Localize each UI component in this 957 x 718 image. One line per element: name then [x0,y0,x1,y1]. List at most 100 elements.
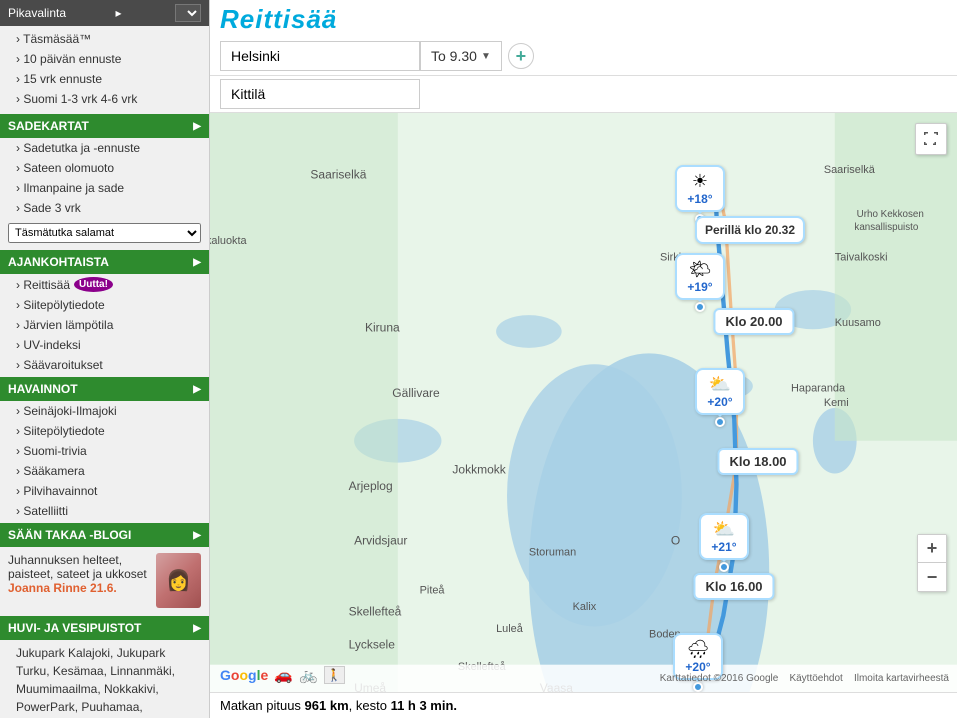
time-dropdown-arrow: ▼ [481,51,491,62]
weather-pin-2: 🌤 +19° [675,253,725,312]
sidebar-item-pilvi[interactable]: › Pilvihavainnot [0,481,209,501]
arrival-pin: Perillä klo 20.32 [695,216,805,244]
map-report-link[interactable]: Ilmoita kartavirheestä [854,673,949,684]
pikavalinta-select[interactable] [175,4,201,22]
sidebar-item-ilmanpaine[interactable]: › Ilmanpaine ja sade [0,178,209,198]
time-selector[interactable]: To 9.30 ▼ [420,41,502,71]
map-bottom-left: Google 🚗 🚲 🚶 [220,666,345,684]
sidebar-item-seinajoki[interactable]: › Seinäjoki-Ilmajoki [0,401,209,421]
section-header-puistot[interactable]: HUVI- JA VESIPUISTOT ▶ [0,616,209,640]
route-from-input[interactable] [220,41,420,71]
sidebar-item-reittisaa[interactable]: › Reittisää Uutta! [0,274,209,295]
map-container[interactable]: Saariselkä Saariselkä Urho Kekkosen kans… [210,113,957,692]
svg-text:Kiruna: Kiruna [365,320,400,334]
weather-bubble-3: ⛅ +20° [695,368,745,415]
weather-icon-3: ⛅ [703,374,737,395]
weather-temp-1: +18° [683,192,717,206]
arrival-label: Perillä klo 20.32 [705,223,795,237]
sidebar-item-siitepoly[interactable]: › Siitepölytiedote [0,295,209,315]
section-header-sadekartat[interactable]: SADEKARTAT ▶ [0,114,209,138]
parks-list: Jukupark Kalajoki, Jukupark Turku, Kesäm… [0,640,209,718]
zoom-out-button[interactable]: − [918,563,946,591]
svg-text:Kemi: Kemi [824,397,849,409]
weather-temp-3: +20° [703,395,737,409]
svg-text:O: O [671,534,680,548]
route-info: Matkan pituus 961 km, kesto 11 h 3 min. [220,698,457,713]
ajankohtaista-items: › Reittisää Uutta! › Siitepölytiedote › … [0,274,209,375]
main-content: Reittisää To 9.30 ▼ + [210,0,957,718]
weather-icon-2: 🌤 [683,259,717,280]
svg-text:Jokkmokk: Jokkmokk [452,463,506,477]
blog-text: Juhannuksen helteet, paisteet, sateet ja… [8,553,150,608]
ajankohtaista-arrow: ▶ [193,257,201,268]
sidebar-item-jarvien[interactable]: › Järvien lämpötila [0,315,209,335]
weather-temp-4: +21° [707,540,741,554]
sidebar-top-bar: Pikavalinta ▸ [0,0,209,26]
weather-pin-4: ⛅ +21° [699,513,749,572]
map-copyright: Karttatiedot ©2016 Google Käyttöehdot Il… [660,673,949,684]
svg-text:Saariselkä: Saariselkä [310,168,366,182]
sidebar-item-15vrk[interactable]: › 15 vrk ennuste [0,69,209,89]
svg-text:Gällivare: Gällivare [392,386,440,400]
sidebar-item-sadetutka[interactable]: › Sadetutka ja -ennuste [0,138,209,158]
section-header-blogi[interactable]: SÄÄN TAKAA -BLOGI ▶ [0,523,209,547]
weather-bubble-2: 🌤 +19° [675,253,725,300]
map-terms-link[interactable]: Käyttöehdot [789,673,842,684]
svg-text:kansallispuisto: kansallispuisto [854,222,918,233]
svg-text:Piteå: Piteå [420,585,446,597]
page-title: Reittisää [220,4,947,35]
tasmasaa-section: › Täsmäsää™ › 10 päivän ennuste › 15 vrk… [0,26,209,112]
section-header-havainnot[interactable]: HAVAINNOT ▶ [0,377,209,401]
transport-car[interactable]: 🚗 [274,666,293,684]
time-box-20: Klo 20.00 [713,308,794,335]
blogi-arrow: ▶ [193,530,201,541]
weather-temp-2: +19° [683,280,717,294]
svg-text:Arjeplog: Arjeplog [349,479,393,493]
pikavalinta-arrow: ▸ [116,6,122,20]
uutta-badge: Uutta! [74,277,113,292]
svg-text:Storuman: Storuman [529,546,576,558]
svg-text:Urho Kekkosen: Urho Kekkosen [857,209,924,220]
section-header-ajankohtaista[interactable]: AJANKOHTAISTA ▶ [0,250,209,274]
sidebar-item-suomi[interactable]: › Suomi 1-3 vrk 4-6 vrk [0,89,209,109]
time-label-20: Klo 20.00 [725,314,782,329]
svg-text:Lycksele: Lycksele [349,637,396,651]
time-label-18: Klo 18.00 [729,454,786,469]
sidebar-item-siitepoly2[interactable]: › Siitepölytiedote [0,421,209,441]
google-logo: Google [220,667,268,683]
puistot-arrow: ▶ [193,623,201,634]
sidebar-item-saavaroi[interactable]: › Säävaroitukset [0,355,209,375]
add-stop-button[interactable]: + [508,43,534,69]
svg-text:Luleå: Luleå [496,623,524,635]
zoom-in-button[interactable]: + [918,535,946,563]
sidebar-item-10pv[interactable]: › 10 päivän ennuste [0,49,209,69]
svg-text:Haparanda: Haparanda [791,383,846,395]
blog-section: Juhannuksen helteet, paisteet, sateet ja… [0,547,209,614]
route-to-input[interactable] [220,79,420,109]
weather-bubble-1: ☀ +18° [675,165,725,212]
map-fullscreen-button[interactable] [915,123,947,155]
blog-author[interactable]: Joanna Rinne 21.6. [8,581,117,595]
route-second-row [210,76,957,113]
map-zoom-controls: + − [917,534,947,592]
sadekartat-items: › Sadetutka ja -ennuste › Sateen olomuot… [0,138,209,248]
transport-bike[interactable]: 🚲 [299,666,318,684]
svg-text:Skellefteå: Skellefteå [349,605,402,619]
time-label: To 9.30 [431,48,477,64]
weather-icon-5: 🌧 [681,639,715,660]
sidebar-item-sade3vrk[interactable]: › Sade 3 vrk [0,198,209,218]
sidebar-item-sateen[interactable]: › Sateen olomuoto [0,158,209,178]
sidebar-item-tasmasaa[interactable]: › Täsmäsää™ [0,29,209,49]
havainnot-items: › Seinäjoki-Ilmajoki › Siitepölytiedote … [0,401,209,521]
transport-walk[interactable]: 🚶 [324,666,345,684]
sidebar-item-trivia[interactable]: › Suomi-trivia [0,441,209,461]
weather-bubble-4: ⛅ +21° [699,513,749,560]
sidebar-item-satelliitti[interactable]: › Satelliitti [0,501,209,521]
sidebar: Pikavalinta ▸ › Täsmäsää™ › 10 päivän en… [0,0,210,718]
sadekartat-arrow: ▶ [193,121,201,132]
sidebar-item-uv[interactable]: › UV-indeksi [0,335,209,355]
map-svg: Saariselkä Saariselkä Urho Kekkosen kans… [210,113,957,692]
tasmatutka-select[interactable]: Täsmätutka salamat [8,223,201,243]
tasmatutka-select-wrap: Täsmätutka salamat [0,218,209,248]
sidebar-item-saakamera[interactable]: › Sääkamera [0,461,209,481]
